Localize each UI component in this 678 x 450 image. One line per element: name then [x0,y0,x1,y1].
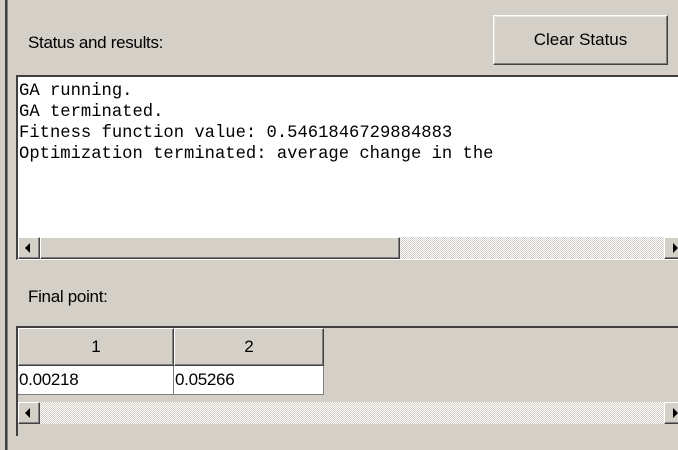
status-text-area[interactable]: GA running. GA terminated. Fitness functio… [16,75,678,260]
status-scrollbar-thumb[interactable] [40,237,400,259]
column-header-1[interactable]: 1 [18,328,174,366]
final-point-table: 1 2 0.00218 0.05266 [16,326,678,436]
table-cell[interactable]: 0.05266 [174,366,324,395]
table-cell[interactable]: 0.00218 [18,366,174,395]
status-line: Fitness function value: 0.54618467298848… [19,124,453,143]
clear-status-button[interactable]: Clear Status [493,15,668,65]
table-horizontal-scrollbar[interactable] [18,402,678,424]
panel-left-border [0,0,8,450]
scroll-right-arrow-icon[interactable] [664,402,678,424]
scroll-left-arrow-icon[interactable] [18,402,40,424]
final-point-label: Final point: [28,287,108,306]
status-line: GA terminated. [19,103,164,122]
status-results-label: Status and results: [28,33,164,52]
scroll-right-arrow-icon[interactable] [664,237,678,259]
status-text: GA running. GA terminated. Fitness functio… [19,81,493,165]
column-header-2[interactable]: 2 [174,328,324,366]
status-line: GA running. [19,82,133,101]
status-line: Optimization terminated: average change … [19,145,494,164]
scroll-left-arrow-icon[interactable] [18,237,40,259]
status-horizontal-scrollbar[interactable] [18,237,678,259]
